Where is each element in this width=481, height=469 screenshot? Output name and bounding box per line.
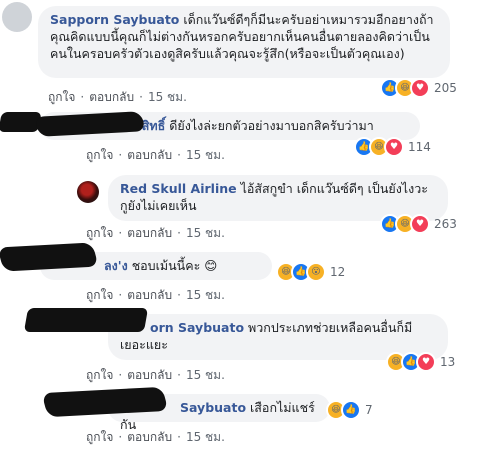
commenter-name[interactable]: ลง'ง bbox=[104, 258, 128, 273]
commenter-avatar[interactable] bbox=[2, 2, 32, 32]
comment-actions: ถูกใจ · ตอบกลับ · 15 ชม. bbox=[86, 288, 225, 302]
timestamp[interactable]: 15 ชม. bbox=[148, 90, 187, 104]
reply-link[interactable]: ตอบกลับ bbox=[127, 226, 172, 240]
commenter-name[interactable]: orn Saybuato bbox=[150, 320, 244, 335]
wow-reaction-icon: 😮 bbox=[306, 262, 326, 282]
reaction-count: 13 bbox=[440, 355, 456, 369]
reaction-count: 7 bbox=[365, 403, 373, 417]
timestamp[interactable]: 15 ชม. bbox=[186, 226, 225, 240]
love-reaction-icon: ♥ bbox=[416, 352, 436, 372]
comment-text: ดียังไงล่ะยกตัวอย่างมาบอกสิครับว่ามา bbox=[169, 118, 374, 133]
reaction-summary[interactable]: 😆 👍 😮 12 bbox=[276, 262, 345, 282]
comment-actions: ถูกใจ · ตอบกลับ · 15 ชม. bbox=[86, 368, 225, 382]
comment-actions: ถูกใจ · ตอบกลับ · 15 ชม. bbox=[86, 430, 225, 444]
like-link[interactable]: ถูกใจ bbox=[86, 288, 113, 302]
reaction-count: 114 bbox=[408, 140, 431, 154]
like-link[interactable]: ถูกใจ bbox=[86, 226, 113, 240]
reply-link[interactable]: ตอบกลับ bbox=[89, 90, 134, 104]
like-link[interactable]: ถูกใจ bbox=[48, 90, 75, 104]
commenter-name[interactable]: Red Skull Airline bbox=[120, 181, 237, 196]
love-reaction-icon: ♥ bbox=[384, 137, 404, 157]
reaction-summary[interactable]: 👍 😆 ♥ 263 bbox=[380, 214, 457, 234]
comment-bubble: Sapporn Saybuato เด็กแว๊นซ์ดีๆก็มีนะครับ… bbox=[38, 6, 450, 78]
commenter-name[interactable]: Sapporn Saybuato bbox=[50, 12, 179, 27]
comment-actions: ถูกใจ · ตอบกลับ · 15 ชม. bbox=[48, 90, 187, 104]
timestamp[interactable]: 15 ชม. bbox=[186, 288, 225, 302]
reply-link[interactable]: ตอบกลับ bbox=[127, 368, 172, 382]
smile-emoji-icon: 😊 bbox=[204, 258, 218, 273]
reaction-summary[interactable]: 😆 👍 ♥ 13 bbox=[386, 352, 455, 372]
comment-actions: ถูกใจ · ตอบกลับ · 15 ชม. bbox=[86, 226, 225, 240]
reaction-count: 205 bbox=[434, 81, 457, 95]
love-reaction-icon: ♥ bbox=[410, 214, 430, 234]
reply-link[interactable]: ตอบกลับ bbox=[127, 148, 172, 162]
like-link[interactable]: ถูกใจ bbox=[86, 148, 113, 162]
comment-actions: ถูกใจ · ตอบกลับ · 15 ชม. bbox=[86, 148, 225, 162]
timestamp[interactable]: 15 ชม. bbox=[186, 430, 225, 444]
reaction-count: 12 bbox=[330, 265, 346, 279]
redacted-avatar bbox=[0, 242, 99, 272]
comment-text: ชอบเม้นนี้คะ bbox=[131, 258, 201, 273]
reaction-summary[interactable]: 👍 😆 ♥ 114 bbox=[354, 137, 431, 157]
love-reaction-icon: ♥ bbox=[410, 78, 430, 98]
commenter-avatar[interactable] bbox=[77, 181, 99, 203]
timestamp[interactable]: 15 ชม. bbox=[186, 368, 225, 382]
commenter-name[interactable]: Saybuato bbox=[180, 400, 246, 415]
reaction-summary[interactable]: 👍 😆 ♥ 205 bbox=[380, 78, 457, 98]
like-link[interactable]: ถูกใจ bbox=[86, 430, 113, 444]
reaction-count: 263 bbox=[434, 217, 457, 231]
like-link[interactable]: ถูกใจ bbox=[86, 368, 113, 382]
redacted-avatar bbox=[23, 308, 149, 332]
timestamp[interactable]: 15 ชม. bbox=[186, 148, 225, 162]
like-reaction-icon: 👍 bbox=[341, 400, 361, 420]
reply-link[interactable]: ตอบกลับ bbox=[127, 430, 172, 444]
reply-link[interactable]: ตอบกลับ bbox=[127, 288, 172, 302]
reaction-summary[interactable]: 😆 👍 7 bbox=[326, 400, 373, 420]
